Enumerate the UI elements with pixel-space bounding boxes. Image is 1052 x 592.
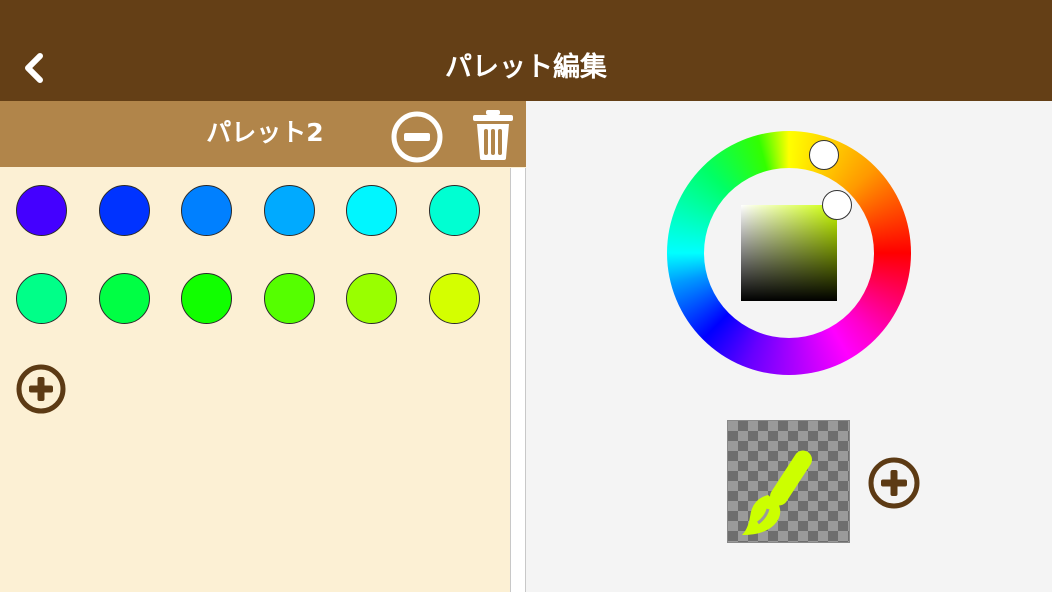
color-swatch[interactable] — [263, 185, 315, 236]
color-swatch[interactable] — [428, 273, 480, 324]
color-swatch[interactable] — [98, 185, 150, 236]
hue-handle[interactable] — [809, 140, 839, 170]
color-swatch[interactable] — [263, 273, 315, 324]
top-bar: パレット編集 — [0, 0, 1052, 101]
trash-icon — [473, 110, 513, 160]
color-picker-panel — [526, 101, 1052, 592]
palette-panel: パレット2 — [0, 101, 526, 592]
color-preview — [727, 420, 850, 543]
remove-color-button[interactable] — [388, 108, 446, 166]
color-swatch[interactable] — [16, 273, 67, 324]
page-title: パレット編集 — [445, 52, 607, 83]
swatch-scrollbar[interactable] — [510, 168, 526, 592]
paintbrush-icon — [742, 450, 812, 535]
color-swatch[interactable] — [181, 185, 232, 236]
palette-name: パレット2 — [206, 118, 324, 147]
plus-circle-icon — [868, 457, 920, 509]
color-swatch[interactable] — [428, 185, 480, 236]
swatch-grid — [0, 167, 510, 592]
saturation-value-square[interactable] — [741, 205, 837, 301]
color-swatch[interactable] — [16, 185, 67, 236]
palette-header: パレット2 — [0, 101, 526, 167]
color-swatch[interactable] — [346, 185, 397, 236]
color-swatch[interactable] — [98, 273, 150, 324]
color-swatch[interactable] — [181, 273, 232, 324]
add-color-button[interactable] — [866, 455, 922, 511]
delete-palette-button[interactable] — [466, 106, 520, 164]
minus-circle-icon — [391, 111, 443, 163]
plus-circle-icon — [16, 364, 66, 414]
add-swatch-button[interactable] — [15, 363, 67, 415]
saturation-value-handle[interactable] — [822, 190, 852, 220]
color-swatch[interactable] — [346, 273, 397, 324]
